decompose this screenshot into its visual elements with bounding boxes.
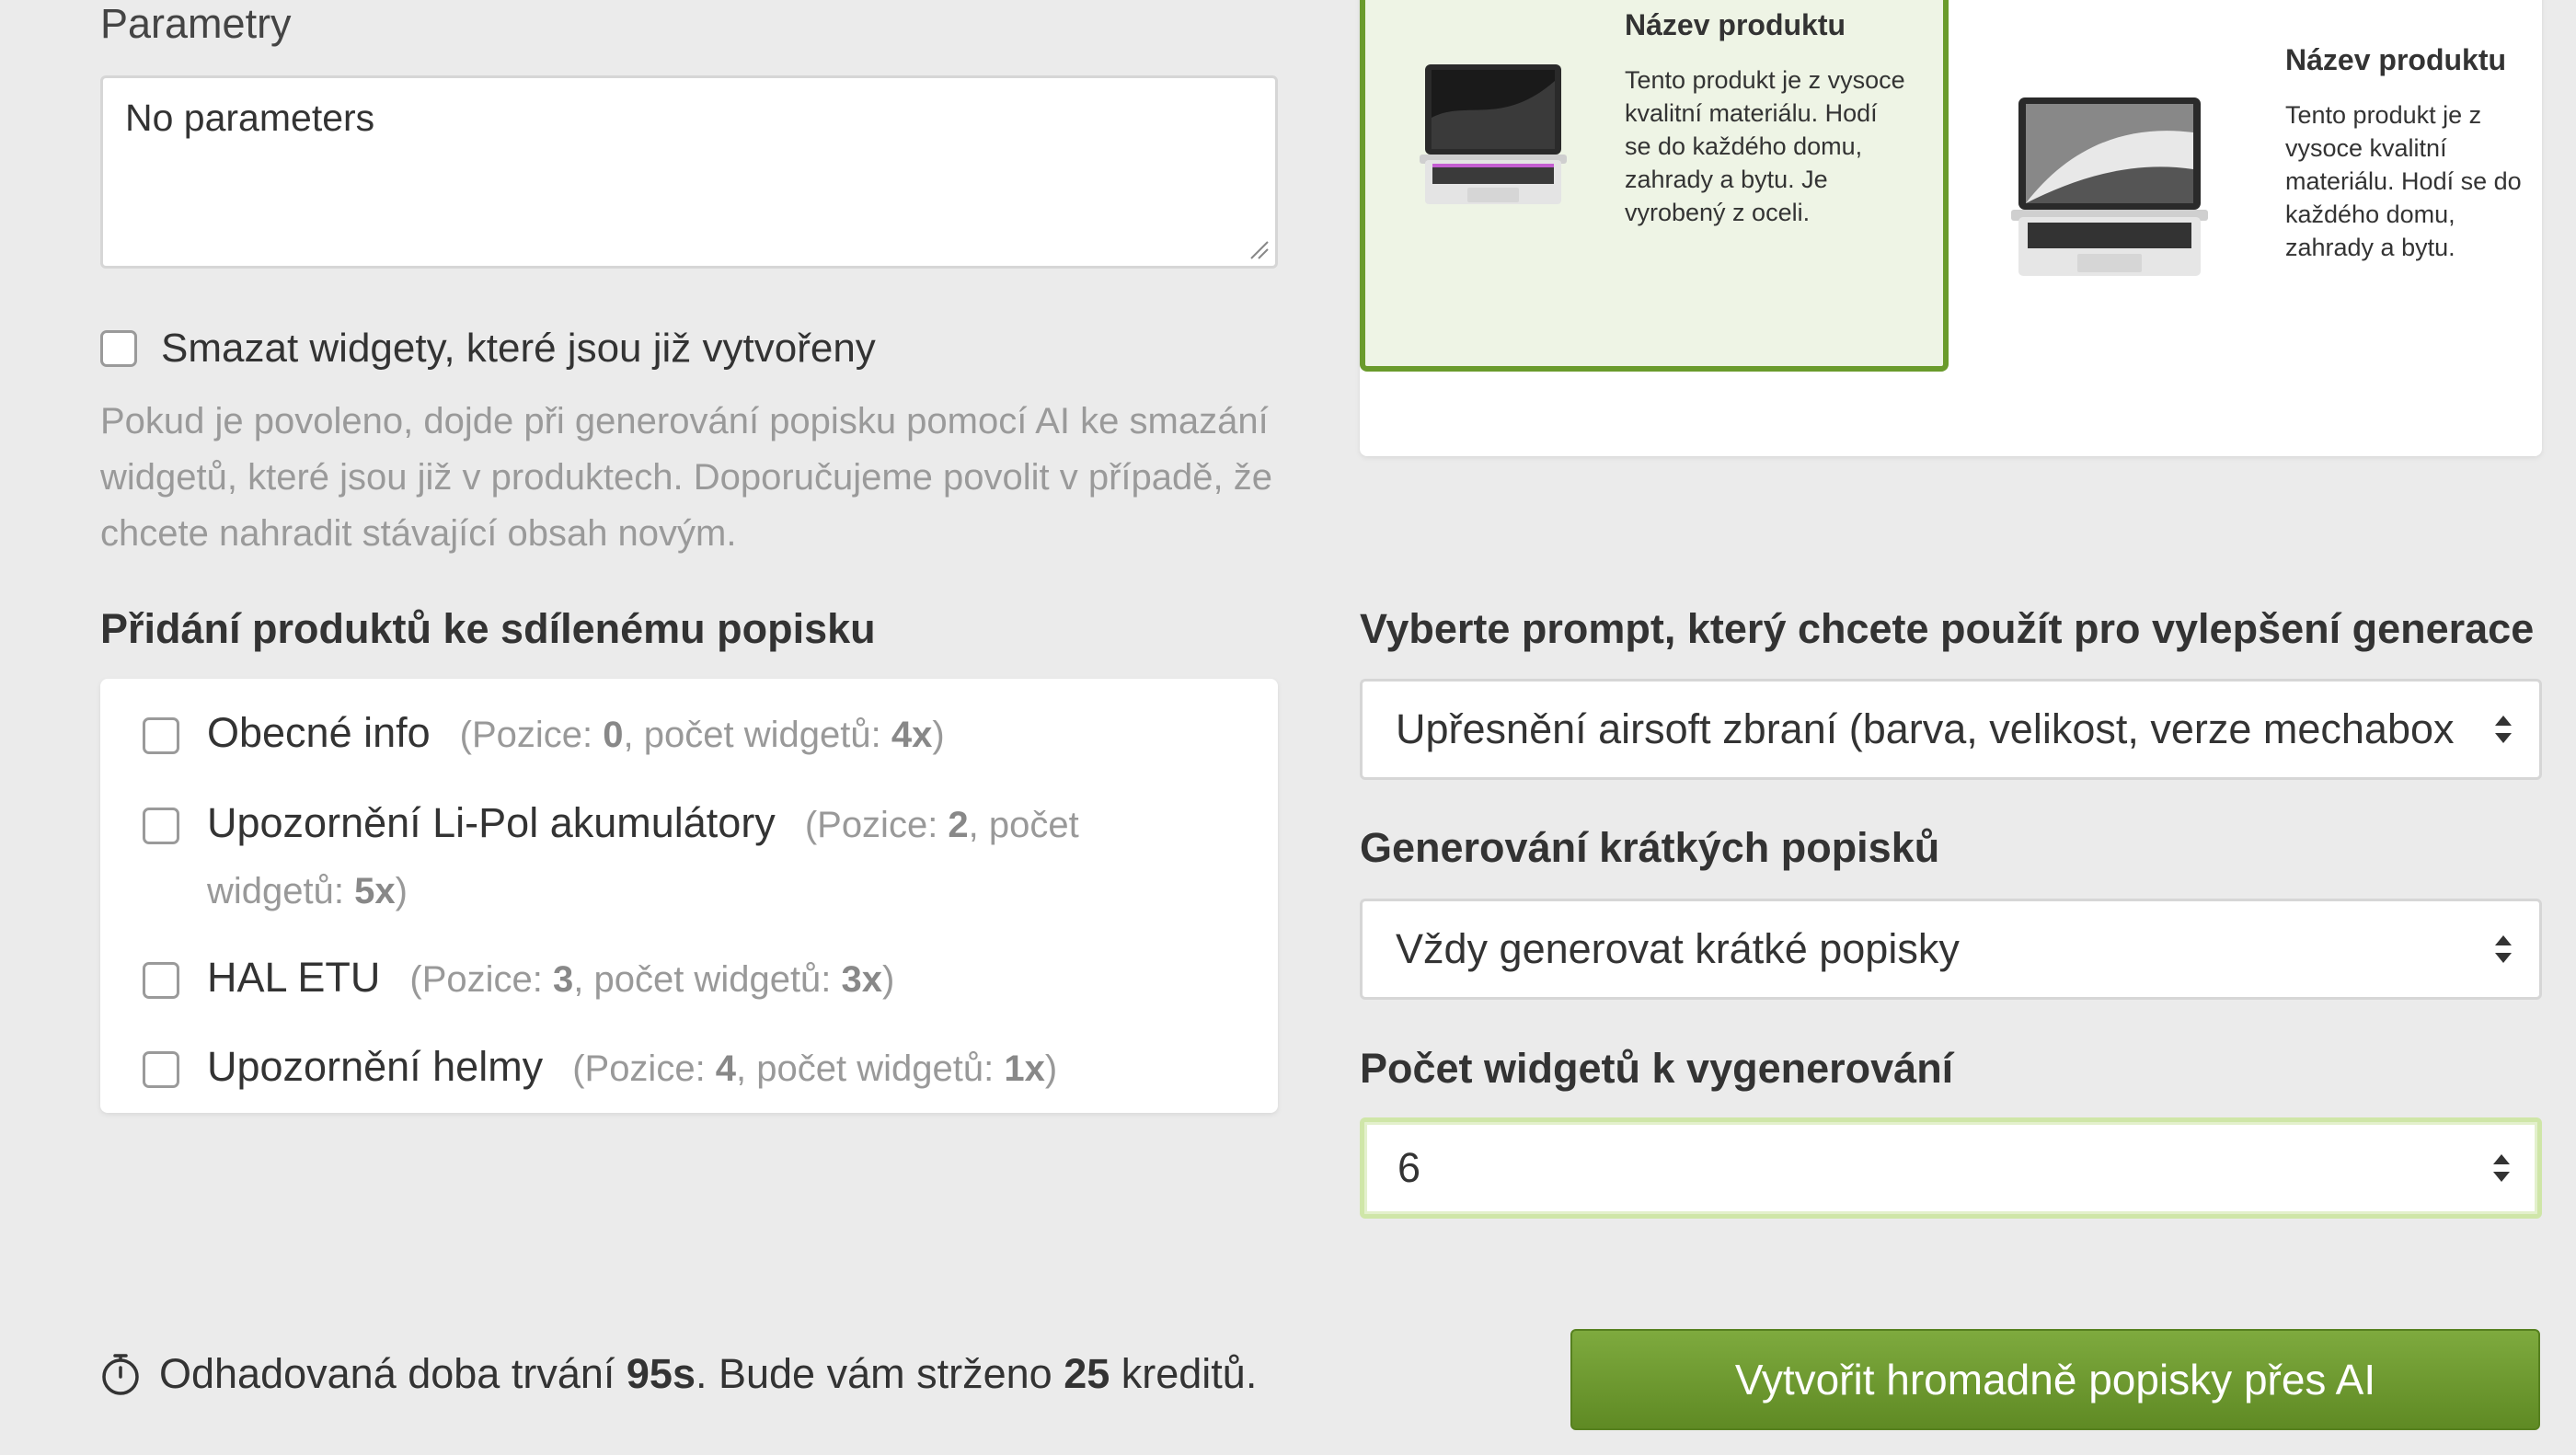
short-desc-select[interactable]: Vždy generovat krátké popisky — [1360, 899, 2542, 1000]
laptop-image — [2011, 97, 2208, 276]
shared-option-name[interactable]: Upozornění Li-Pol akumulátory — [207, 799, 776, 846]
shared-option-name[interactable]: HAL ETU — [207, 954, 380, 1001]
select-arrows-icon — [2493, 1154, 2510, 1182]
shared-options-card: Obecné info (Pozice: 0, počet widgetů: 4x… — [100, 679, 1278, 1113]
parameters-label: Parametry — [100, 0, 292, 47]
shared-option-meta: (Pozice: 3, počet widgetů: 3x) — [409, 959, 895, 1000]
shared-option[interactable]: Upozornění helmy (Pozice: 4, počet widget… — [143, 1043, 1058, 1101]
shared-heading: Přidání produktů ke sdílenému popisku — [100, 605, 876, 652]
prompt-select[interactable]: Upřesnění airsoft zbraní (barva, velikos… — [1360, 679, 2542, 780]
shared-option-meta: (Pozice: 4, počet widgetů: 1x) — [572, 1048, 1058, 1089]
shared-option-checkbox[interactable] — [143, 962, 179, 999]
laptop-image — [1420, 64, 1567, 204]
shared-option[interactable]: HAL ETU (Pozice: 3, počet widgetů: 3x) — [143, 954, 895, 1012]
shared-option[interactable]: Obecné info (Pozice: 0, počet widgetů: 4x… — [143, 709, 945, 767]
select-arrows-icon — [2495, 935, 2512, 963]
estimate-text: Odhadovaná doba trvání 95s. Bude vám str… — [100, 1350, 1257, 1398]
prompt-label: Vyberte prompt, který chcete použít pro … — [1360, 605, 2535, 652]
shared-option[interactable]: Upozornění Li-Pol akumulátory (Pozice: 2,… — [143, 799, 1173, 923]
delete-widgets-row[interactable]: Smazat widgety, které jsou již vytvořeny — [100, 326, 876, 372]
resize-handle-icon[interactable] — [1249, 240, 1270, 260]
parameters-value: No parameters — [125, 97, 375, 139]
parameters-textarea[interactable]: No parameters — [100, 75, 1278, 269]
select-arrows-icon — [2495, 716, 2512, 743]
shared-option-checkbox[interactable] — [143, 1051, 179, 1088]
stopwatch-icon — [102, 1354, 139, 1395]
delete-widgets-help: Pokud je povoleno, dojde při generování … — [100, 401, 1273, 554]
delete-widgets-checkbox[interactable] — [100, 330, 137, 367]
shared-option-name[interactable]: Upozornění helmy — [207, 1043, 543, 1090]
product-title: Název produktu — [2285, 43, 2507, 76]
widget-count-value: 6 — [1397, 1144, 1421, 1191]
short-desc-select-value: Vždy generovat krátké popisky — [1396, 925, 1960, 972]
shared-option-name[interactable]: Obecné info — [207, 709, 431, 756]
short-desc-label: Generování krátkých popisků — [1360, 824, 1940, 871]
create-bulk-descriptions-button[interactable]: Vytvořit hromadně popisky přes AI — [1570, 1329, 2540, 1430]
shared-option-meta: (Pozice: 0, počet widgetů: 4x) — [459, 715, 945, 755]
prompt-select-value: Upřesnění airsoft zbraní (barva, velikos… — [1396, 705, 2455, 752]
shared-option-checkbox[interactable] — [143, 808, 179, 844]
product-description: Tento produkt je z vysoce kvalitní mater… — [2285, 101, 2522, 261]
product-title: Název produktu — [1625, 8, 1846, 41]
delete-widgets-label[interactable]: Smazat widgety, které jsou již vytvořeny — [161, 326, 876, 372]
widget-count-label: Počet widgetů k vygenerování — [1360, 1045, 1954, 1092]
widget-count-select[interactable]: 6 — [1360, 1117, 2542, 1219]
shared-option-checkbox[interactable] — [143, 717, 179, 754]
product-description: Tento produkt je z vysoce kvalitní mater… — [1625, 66, 1905, 226]
